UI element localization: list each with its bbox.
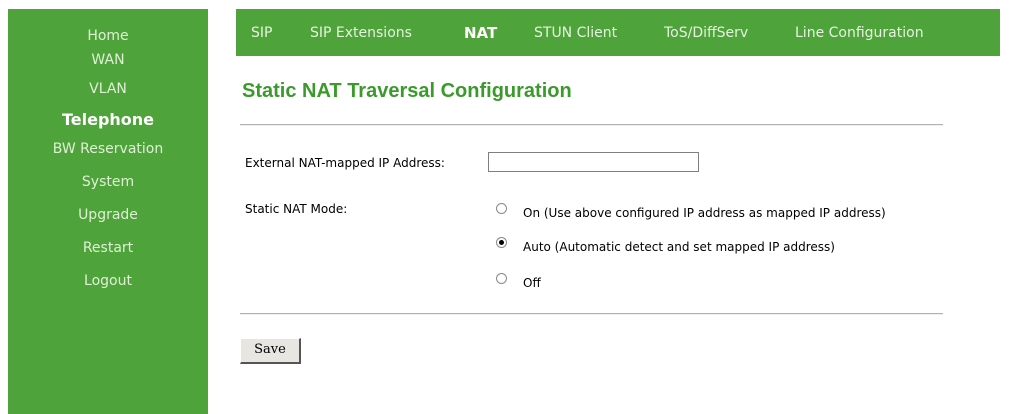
sidebar-item-vlan[interactable]: VLAN — [8, 67, 208, 101]
sidebar-item-logout[interactable]: Logout — [8, 265, 208, 298]
sidebar-item-system[interactable]: System — [8, 166, 208, 199]
nat-mode-on-label: On (Use above configured IP address as m… — [523, 206, 886, 220]
tab-sip-extensions[interactable]: SIP Extensions — [310, 9, 412, 56]
nat-mode-auto-label: Auto (Automatic detect and set mapped IP… — [523, 240, 835, 254]
page-title: Static NAT Traversal Configuration — [242, 80, 572, 102]
nat-mode-on-radio[interactable] — [496, 203, 507, 214]
tab-sip[interactable]: SIP — [251, 9, 272, 56]
sidebar-item-telephone[interactable]: Telephone — [8, 101, 208, 133]
top-tab-bar: SIP SIP Extensions NAT STUN Client ToS/D… — [236, 9, 1000, 56]
sidebar-nav: Home WAN VLAN Telephone BW Reservation S… — [8, 9, 208, 414]
tab-line-configuration[interactable]: Line Configuration — [795, 9, 924, 56]
sidebar-item-restart[interactable]: Restart — [8, 232, 208, 265]
external-ip-input[interactable] — [488, 152, 699, 172]
sidebar-item-bw-reservation[interactable]: BW Reservation — [8, 133, 208, 166]
nat-mode-auto-radio[interactable] — [496, 237, 507, 248]
sidebar-item-upgrade[interactable]: Upgrade — [8, 199, 208, 232]
tab-tos-diffserv[interactable]: ToS/DiffServ — [664, 9, 748, 56]
tab-stun-client[interactable]: STUN Client — [534, 9, 617, 56]
tab-nat[interactable]: NAT — [464, 9, 497, 56]
divider-top — [240, 124, 943, 126]
external-ip-label: External NAT-mapped IP Address: — [245, 156, 445, 170]
nat-mode-off-label: Off — [523, 276, 541, 290]
divider-bottom — [240, 313, 943, 315]
sidebar-item-home[interactable]: Home — [8, 19, 208, 44]
static-nat-mode-label: Static NAT Mode: — [245, 202, 348, 216]
sidebar-item-wan[interactable]: WAN — [8, 43, 208, 68]
nat-mode-off-radio[interactable] — [496, 273, 507, 284]
save-button[interactable]: Save — [240, 338, 301, 364]
